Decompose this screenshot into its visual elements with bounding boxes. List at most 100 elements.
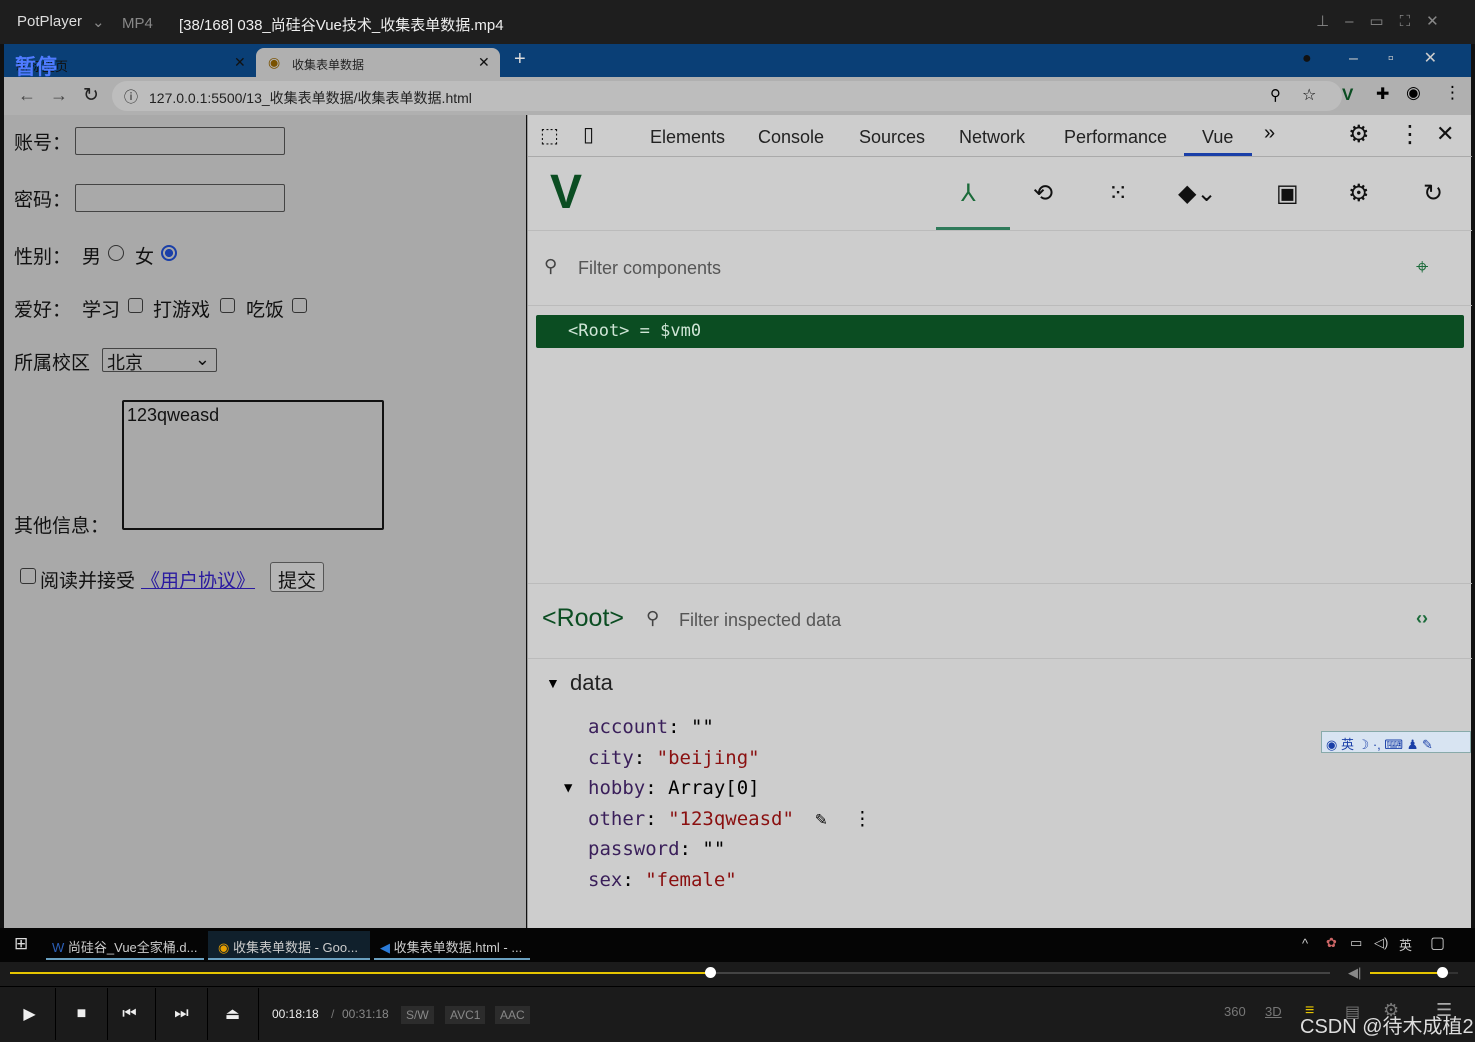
previous-button[interactable]: ⏮ <box>104 988 156 1040</box>
play-button[interactable]: ▶ <box>4 988 56 1040</box>
zoom-icon[interactable]: ⚲ <box>1270 86 1281 104</box>
back-icon[interactable]: ← <box>18 85 36 106</box>
data-row-account[interactable]: account: "" <box>588 712 872 743</box>
timeline-icon[interactable]: ⟲ <box>1033 179 1053 208</box>
vr-360-icon[interactable]: 360 <box>1224 1004 1246 1019</box>
data-row-other[interactable]: other: "123qweasd" ✎ ⋮ <box>588 804 872 835</box>
notification-icon[interactable]: ▢ <box>1430 933 1445 953</box>
device-toolbar-icon[interactable]: ▯ <box>583 122 594 147</box>
browser-window-controls[interactable]: –▫✕ <box>1349 48 1467 68</box>
vue-extension-icon[interactable]: V <box>1342 85 1353 105</box>
tray-chevron-icon[interactable]: ^ <box>1302 936 1308 951</box>
next-button[interactable]: ⏭ <box>156 988 208 1040</box>
3d-icon[interactable]: 3D <box>1265 1004 1282 1019</box>
volume-handle[interactable] <box>1437 967 1449 978</box>
menu-icon[interactable]: ⋮ <box>1398 120 1422 149</box>
agree-checkbox[interactable] <box>20 568 36 584</box>
password-label: 密码： <box>14 190 72 211</box>
stop-button[interactable]: ■ <box>56 988 108 1040</box>
ime-indicator[interactable]: 英 <box>1399 935 1412 954</box>
more-tabs-icon[interactable]: » <box>1264 122 1275 145</box>
taskbar-item-chrome[interactable]: ◉ 收集表单数据 - Goo... <box>208 931 370 960</box>
profile-icon[interactable]: ● <box>1302 50 1312 68</box>
star-icon[interactable]: ☆ <box>1302 85 1316 105</box>
taskbar-item-word[interactable]: W 尚硅谷_Vue全家桶.d... <box>46 931 204 960</box>
mute-icon[interactable]: ◀| <box>1348 965 1361 981</box>
data-row-sex[interactable]: sex: "female" <box>588 865 872 896</box>
password-input[interactable] <box>75 184 285 212</box>
caret-down-icon[interactable]: ▼ <box>546 675 560 691</box>
account-input[interactable] <box>75 127 285 155</box>
city-select[interactable]: 北京 ⌄ <box>102 348 217 373</box>
submit-button[interactable]: 提交 <box>270 562 324 592</box>
tab-elements[interactable]: Elements <box>650 127 725 148</box>
inspect-icon[interactable]: ⬚ <box>540 123 559 148</box>
ime-toolbar[interactable]: ◉ 英 ☽ ·, ⌨ ♟ ✎ <box>1321 731 1471 753</box>
close-icon[interactable]: ✕ <box>1436 121 1454 147</box>
hobby-study-checkbox[interactable] <box>128 298 143 313</box>
edit-icon[interactable]: ✎ <box>815 808 826 830</box>
target-icon[interactable]: ⌖ <box>1416 254 1428 280</box>
gear-icon[interactable]: ⚙ <box>1348 120 1370 149</box>
tab-console[interactable]: Console <box>758 127 824 148</box>
avatar[interactable]: ◉ <box>1406 83 1421 103</box>
active-tool-indicator <box>936 227 1010 230</box>
potplayer-menu[interactable]: PotPlayer <box>17 13 82 30</box>
reload-icon[interactable]: ↻ <box>83 84 99 107</box>
component-root-row[interactable]: <Root> = $vm0 <box>536 315 1464 348</box>
eject-button[interactable]: ⏏ <box>207 988 259 1040</box>
components-icon[interactable]: ⅄ <box>961 179 976 208</box>
refresh-icon[interactable]: ↻ <box>1423 179 1443 208</box>
badge-avc1[interactable]: AVC1 <box>445 1006 486 1024</box>
city-value: 北京 <box>107 353 143 373</box>
code-icon[interactable]: ‹› <box>1416 608 1428 629</box>
hobby-eat-checkbox[interactable] <box>292 298 307 313</box>
url-text: 127.0.0.1:5500/13_收集表单数据/收集表单数据.html <box>149 90 472 106</box>
windows-start-icon[interactable]: ⊞ <box>14 934 28 954</box>
data-row-password[interactable]: password: "" <box>588 834 872 865</box>
tab-sources[interactable]: Sources <box>859 127 925 148</box>
caret-down-icon[interactable]: ▼ <box>564 773 572 804</box>
tab-active[interactable]: ◉ 收集表单数据 ✕ <box>256 48 500 77</box>
chrome-icon: ◉ <box>218 940 230 955</box>
user-agreement-link[interactable]: 《用户协议》 <box>141 566 255 593</box>
forward-icon[interactable]: → <box>50 85 68 106</box>
tab-new[interactable]: 新标签页 暂停 ✕ <box>12 48 252 79</box>
badge-aac[interactable]: AAC <box>495 1006 530 1024</box>
seek-handle[interactable] <box>704 967 716 978</box>
other-textarea[interactable]: 123qweasd <box>122 400 384 530</box>
more-icon[interactable]: ⋮ <box>853 808 872 830</box>
tab-network[interactable]: Network <box>959 127 1025 148</box>
extensions-icon[interactable]: ✚ <box>1376 84 1389 104</box>
badge-sw[interactable]: S/W <box>401 1006 434 1024</box>
volume-slider[interactable] <box>1370 967 1458 978</box>
volume-icon[interactable]: ◁) <box>1374 935 1388 951</box>
taskbar-item-vscode[interactable]: ◀ 收集表单数据.html - ... <box>374 931 530 960</box>
window-controls[interactable]: ⊥–▭⛶✕ <box>1316 12 1455 30</box>
tray-app-icon[interactable]: ✿ <box>1326 935 1337 951</box>
data-row-city[interactable]: city: "beijing" <box>588 743 872 774</box>
filter-inspected-input[interactable]: Filter inspected data <box>679 610 841 631</box>
sex-female-radio[interactable] <box>161 245 177 261</box>
seek-bar[interactable] <box>10 967 1330 978</box>
player-controls: ◀| ▶ ■ ⏮ ⏭ ⏏ 00:18:18 / 00:31:18 S/W AVC… <box>0 962 1475 1042</box>
routes-icon[interactable]: ◆⌄ <box>1178 179 1217 208</box>
close-icon[interactable]: ✕ <box>478 54 490 71</box>
plugins-icon[interactable]: ⁙ <box>1108 179 1128 208</box>
menu-icon[interactable]: ⋮ <box>1444 83 1461 103</box>
data-row-hobby[interactable]: ▼ hobby: Array[0] <box>564 773 872 804</box>
hobby-game-checkbox[interactable] <box>220 298 235 313</box>
new-tab-icon[interactable]: + <box>514 48 526 71</box>
settings-icon[interactable]: ⚙ <box>1348 179 1370 208</box>
tab-performance[interactable]: Performance <box>1064 127 1167 148</box>
info-icon[interactable]: ⓘ <box>124 87 138 107</box>
tab-vue[interactable]: Vue <box>1202 127 1233 148</box>
hobby-label: 爱好： <box>14 300 72 321</box>
filter-components-input[interactable]: Filter components <box>578 258 721 279</box>
close-icon[interactable]: ✕ <box>234 54 246 71</box>
battery-icon[interactable]: ▭ <box>1350 935 1362 951</box>
sex-male-radio[interactable] <box>108 245 124 261</box>
chevron-down-icon[interactable]: ⌄ <box>92 13 105 31</box>
url-field[interactable]: ⓘ 127.0.0.1:5500/13_收集表单数据/收集表单数据.html ⚲… <box>112 81 1342 111</box>
performance-icon[interactable]: ▣ <box>1276 179 1299 208</box>
